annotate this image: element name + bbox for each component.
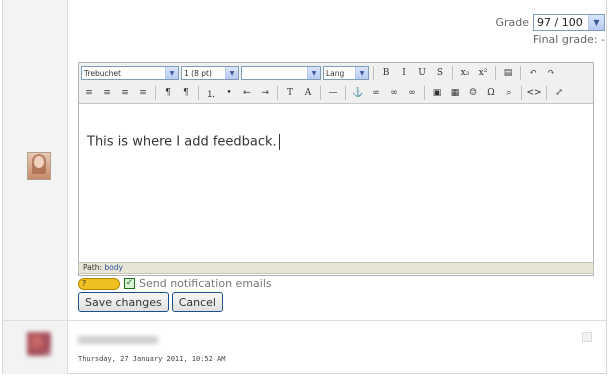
- superscript-button[interactable]: x²: [475, 65, 491, 81]
- toolbar-separator: [277, 86, 278, 100]
- toolbar-separator: [521, 86, 522, 100]
- toolbar-separator: [320, 86, 321, 100]
- toolbar-row-2: ≡ ≡ ≡ ≡ ¶ ¶ ⒈ • ⇤ ⇥ T A — ⚓ ∞ ∞ ∞ ▣ ▦ ☺ Ω ⌕ <> ⤢: [81, 84, 567, 102]
- subscript-button[interactable]: x₂: [457, 65, 473, 81]
- html-editor: Trebuchet ▼ 1 (8 pt) ▼ ▼ Lang ▼ B I U Sx₂ x²…: [78, 62, 594, 276]
- chevron-down-icon[interactable]: ▼: [307, 67, 320, 79]
- grade-value: 97 / 100: [537, 15, 583, 29]
- post-date: Thursday, 27 January 2011, 10:52 AM: [78, 355, 226, 363]
- justify-button[interactable]: ≡: [135, 85, 151, 101]
- help-icon[interactable]: ?: [78, 277, 120, 290]
- underline-button[interactable]: U: [414, 65, 430, 81]
- bg-color-button[interactable]: A: [300, 85, 316, 101]
- path-label: Path:: [83, 263, 103, 272]
- row-separator: [3, 320, 606, 321]
- special-char-button[interactable]: Ω: [483, 85, 499, 101]
- clean-word-button[interactable]: ▤: [500, 65, 516, 81]
- strikethrough-button[interactable]: S: [432, 65, 448, 81]
- smiley-button[interactable]: ☺: [465, 85, 481, 101]
- toolbar-separator: [155, 86, 156, 100]
- align-center-button[interactable]: ≡: [99, 85, 115, 101]
- text-caret: [278, 134, 280, 150]
- font-size-select[interactable]: 1 (8 pt) ▼: [181, 66, 239, 80]
- avatar-blurred[interactable]: [27, 332, 51, 356]
- avatar[interactable]: [27, 152, 51, 180]
- heading-select[interactable]: ▼: [241, 66, 321, 80]
- toolbar-separator: [495, 66, 496, 80]
- editor-toolbar: Trebuchet ▼ 1 (8 pt) ▼ ▼ Lang ▼ B I U Sx₂ x²…: [79, 63, 593, 104]
- outdent-button[interactable]: ⇤: [239, 85, 255, 101]
- editor-text: This is where I add feedback.: [87, 134, 277, 150]
- nolink-button[interactable]: ∞: [404, 85, 420, 101]
- rtl-button[interactable]: ¶: [178, 85, 194, 101]
- toolbar-separator: [520, 66, 521, 80]
- editor-path-bar: Path: body: [78, 262, 594, 274]
- chevron-down-icon[interactable]: ▼: [165, 67, 178, 79]
- action-buttons: Save changes Cancel: [78, 292, 223, 312]
- link-button[interactable]: ∞: [368, 85, 384, 101]
- lang-value: Lang: [326, 68, 345, 78]
- html-source-button[interactable]: <>: [526, 85, 542, 101]
- save-changes-button[interactable]: Save changes: [78, 292, 169, 312]
- editor-content-area[interactable]: This is where I add feedback.: [79, 104, 593, 275]
- post-author-blurred: [78, 336, 158, 344]
- font-family-value: Trebuchet: [84, 68, 121, 78]
- text-color-button[interactable]: T: [282, 85, 298, 101]
- send-notification-checkbox[interactable]: ✓: [124, 278, 135, 289]
- bold-button[interactable]: B: [378, 65, 394, 81]
- italic-button[interactable]: I: [396, 65, 412, 81]
- horizontal-rule-button[interactable]: —: [325, 85, 341, 101]
- grade-select[interactable]: 97 / 100 ▼: [533, 13, 605, 31]
- notify-row: ? ✓ Send notification emails: [78, 277, 272, 290]
- chevron-down-icon[interactable]: ▼: [588, 14, 604, 30]
- font-size-value: 1 (8 pt): [184, 68, 212, 78]
- toolbar-row-1: Trebuchet ▼ 1 (8 pt) ▼ ▼ Lang ▼ B I U Sx₂ x²…: [81, 64, 559, 82]
- undo-button[interactable]: ↶: [525, 65, 541, 81]
- unlink-button[interactable]: ∞: [386, 85, 402, 101]
- search-replace-button[interactable]: ⌕: [501, 85, 517, 101]
- table-button[interactable]: ▦: [447, 85, 463, 101]
- toolbar-separator: [198, 86, 199, 100]
- image-button[interactable]: ▣: [429, 85, 445, 101]
- post-select-checkbox[interactable]: [582, 332, 592, 342]
- anchor-button[interactable]: ⚓: [350, 85, 366, 101]
- toolbar-separator: [345, 86, 346, 100]
- chevron-down-icon[interactable]: ▼: [225, 67, 238, 79]
- final-grade: Final grade: -: [532, 33, 605, 46]
- redo-button[interactable]: ↷: [543, 65, 559, 81]
- ordered-list-button[interactable]: ⒈: [203, 85, 219, 101]
- ltr-button[interactable]: ¶: [160, 85, 176, 101]
- toolbar-separator: [373, 66, 374, 80]
- fullscreen-button[interactable]: ⤢: [551, 85, 567, 101]
- send-notification-label: Send notification emails: [139, 277, 272, 290]
- align-left-button[interactable]: ≡: [81, 85, 97, 101]
- avatar-face: [34, 156, 44, 168]
- toolbar-separator: [452, 66, 453, 80]
- align-right-button[interactable]: ≡: [117, 85, 133, 101]
- grade-area: Grade 97 / 100 ▼ Final grade: -: [495, 12, 605, 46]
- font-family-select[interactable]: Trebuchet ▼: [81, 66, 179, 80]
- cancel-button[interactable]: Cancel: [171, 292, 223, 312]
- lang-select[interactable]: Lang ▼: [323, 66, 369, 80]
- chevron-down-icon[interactable]: ▼: [355, 67, 368, 79]
- toolbar-separator: [546, 86, 547, 100]
- grade-label: Grade: [495, 15, 529, 29]
- unordered-list-button[interactable]: •: [221, 85, 237, 101]
- indent-button[interactable]: ⇥: [257, 85, 273, 101]
- toolbar-separator: [424, 86, 425, 100]
- path-element-link[interactable]: body: [104, 263, 123, 272]
